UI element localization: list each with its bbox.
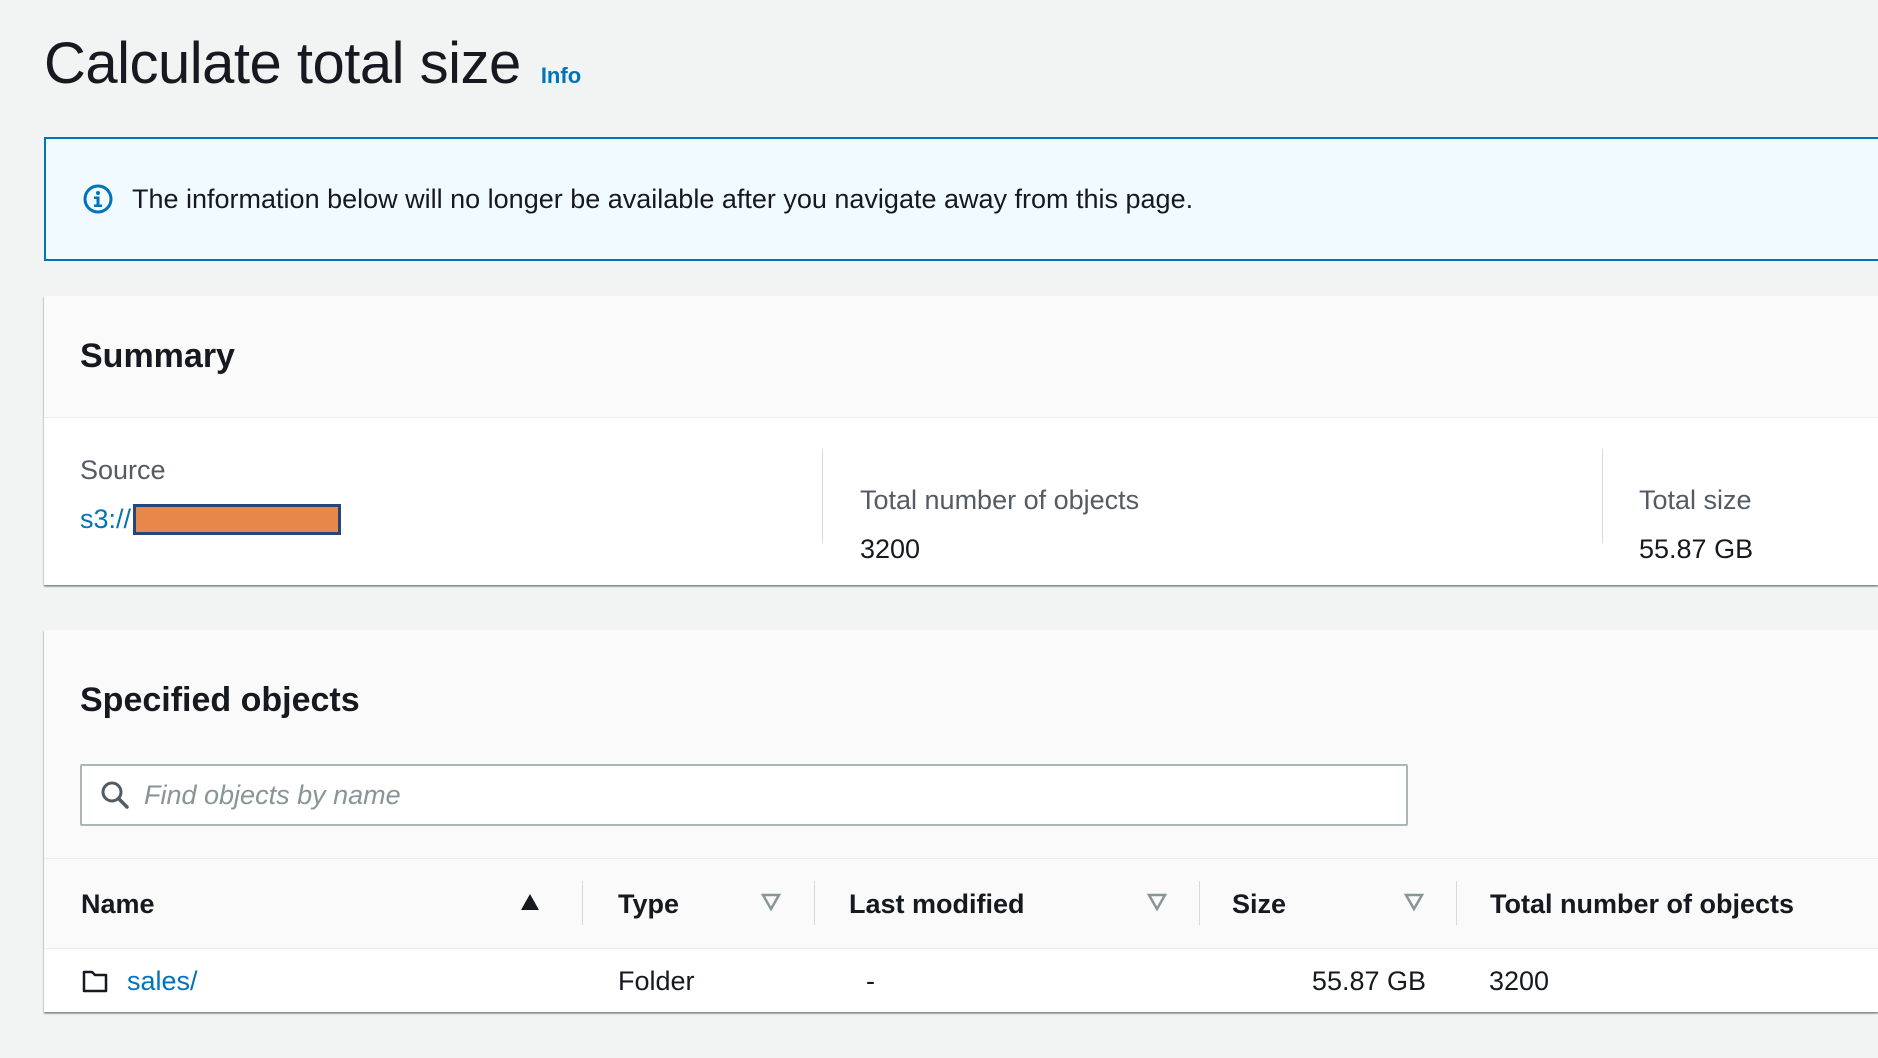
column-divider [822,449,823,543]
total-size-label: Total size [1639,485,1752,515]
column-header-last-modified[interactable]: Last modified [849,859,1025,950]
specified-objects-header: Specified objects [44,630,1878,858]
info-link[interactable]: Info [541,63,581,89]
sort-caret-icon[interactable] [760,891,782,913]
objects-count-column: Total number of objects 3200 [860,448,1139,565]
info-circle-icon [83,184,113,214]
column-header-total-objects[interactable]: Total number of objects [1490,859,1794,950]
source-column: Source s3:// [80,418,342,585]
column-separator[interactable] [814,881,815,925]
name-cell: sales/ [81,950,198,1012]
table-header: Name Type Last modified Size Total numbe… [44,858,1878,949]
objects-count-label: Total number of objects [860,485,1140,515]
specified-objects-title: Specified objects [80,681,360,719]
column-header-size[interactable]: Size [1232,859,1286,950]
column-header-type[interactable]: Type [618,859,679,950]
total-objects-cell: 3200 [1489,965,1550,996]
column-header-name[interactable]: Name [81,859,155,950]
search-box [80,764,1408,826]
column-separator[interactable] [582,881,583,925]
folder-icon [82,970,108,993]
last-modified-cell: - [866,965,875,996]
sort-ascending-icon[interactable] [519,891,541,913]
size-cell: 55.87 GB [1311,965,1426,996]
redacted-bucket-name [133,504,342,535]
source-prefix: s3:// [80,504,132,534]
table-row: sales/ Folder - 55.87 GB 3200 [44,950,1878,1012]
column-separator[interactable] [1456,881,1457,925]
specified-objects-container: Specified objects Name Type Last modifie… [44,630,1878,1012]
source-label: Source [80,455,166,485]
search-input[interactable] [144,779,1344,811]
column-divider [1602,449,1603,543]
column-separator[interactable] [1199,881,1200,925]
objects-count-value: 3200 [860,534,921,564]
total-size-value: 55.87 GB [1639,534,1754,564]
summary-container: Summary Source s3:// Total number of obj… [44,296,1878,585]
type-cell: Folder [618,965,695,996]
total-size-column: Total size 55.87 GB [1639,448,1753,565]
source-link[interactable]: s3:// [80,504,342,535]
search-icon [101,781,129,809]
page-header: Calculate total size Info [44,30,581,97]
sort-caret-icon[interactable] [1403,891,1425,913]
calculate-total-size-page: Calculate total size Info The informatio… [0,0,1878,1058]
summary-header: Summary [44,296,1878,418]
sort-caret-icon[interactable] [1146,891,1168,913]
info-alert: The information below will no longer be … [44,137,1878,261]
page-title: Calculate total size [44,31,521,96]
folder-link[interactable]: sales/ [127,966,198,997]
summary-title: Summary [80,337,235,375]
alert-message: The information below will no longer be … [132,183,1194,214]
